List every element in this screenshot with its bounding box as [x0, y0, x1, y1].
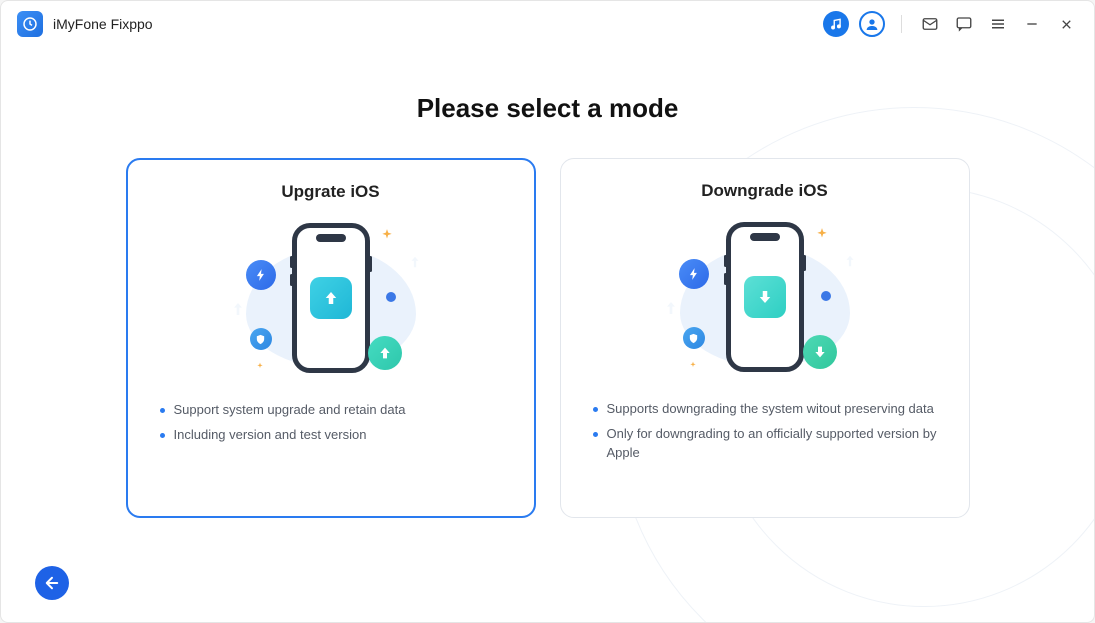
- mode-cards: Upgrate iOS: [61, 158, 1034, 518]
- minimize-icon[interactable]: [1020, 12, 1044, 36]
- downgrade-bullets: Supports downgrading the system witout p…: [591, 397, 939, 466]
- music-promo-icon[interactable]: [823, 11, 849, 37]
- shield-badge-icon: [683, 327, 705, 349]
- bullet-item: Including version and test version: [158, 423, 504, 448]
- app-title: iMyFone Fixppo: [53, 16, 153, 32]
- dot-decor: [821, 291, 831, 301]
- arrow-down-app-icon: [744, 276, 786, 318]
- content-area: Please select a mode Upgrate iOS: [1, 47, 1094, 622]
- upgrade-card-title: Upgrate iOS: [158, 182, 504, 202]
- titlebar: iMyFone Fixppo: [1, 1, 1094, 47]
- back-button[interactable]: [35, 566, 69, 600]
- page-heading: Please select a mode: [61, 93, 1034, 124]
- bullet-item: Only for downgrading to an officially su…: [591, 422, 939, 466]
- arrow-down-badge-icon: [803, 335, 837, 369]
- app-window: iMyFone Fixppo: [0, 0, 1095, 623]
- menu-icon[interactable]: [986, 12, 1010, 36]
- downgrade-card-title: Downgrade iOS: [591, 181, 939, 201]
- account-icon[interactable]: [859, 11, 885, 37]
- bolt-badge-icon: [679, 259, 709, 289]
- separator: [901, 15, 902, 33]
- arrow-up-app-icon: [310, 277, 352, 319]
- dot-decor: [386, 292, 396, 302]
- close-icon[interactable]: [1054, 12, 1078, 36]
- upgrade-illustration: [158, 208, 504, 388]
- upgrade-ios-card[interactable]: Upgrate iOS: [126, 158, 536, 518]
- upgrade-bullets: Support system upgrade and retain data I…: [158, 398, 504, 448]
- app-logo-icon: [17, 11, 43, 37]
- bullet-item: Supports downgrading the system witout p…: [591, 397, 939, 422]
- mail-icon[interactable]: [918, 12, 942, 36]
- feedback-icon[interactable]: [952, 12, 976, 36]
- arrow-up-badge-icon: [368, 336, 402, 370]
- titlebar-actions: [823, 11, 1078, 37]
- downgrade-ios-card[interactable]: Downgrade iOS: [560, 158, 970, 518]
- bullet-item: Support system upgrade and retain data: [158, 398, 504, 423]
- downgrade-illustration: [591, 207, 939, 387]
- bolt-badge-icon: [246, 260, 276, 290]
- shield-badge-icon: [250, 328, 272, 350]
- phone-icon: [292, 223, 370, 373]
- phone-icon: [726, 222, 804, 372]
